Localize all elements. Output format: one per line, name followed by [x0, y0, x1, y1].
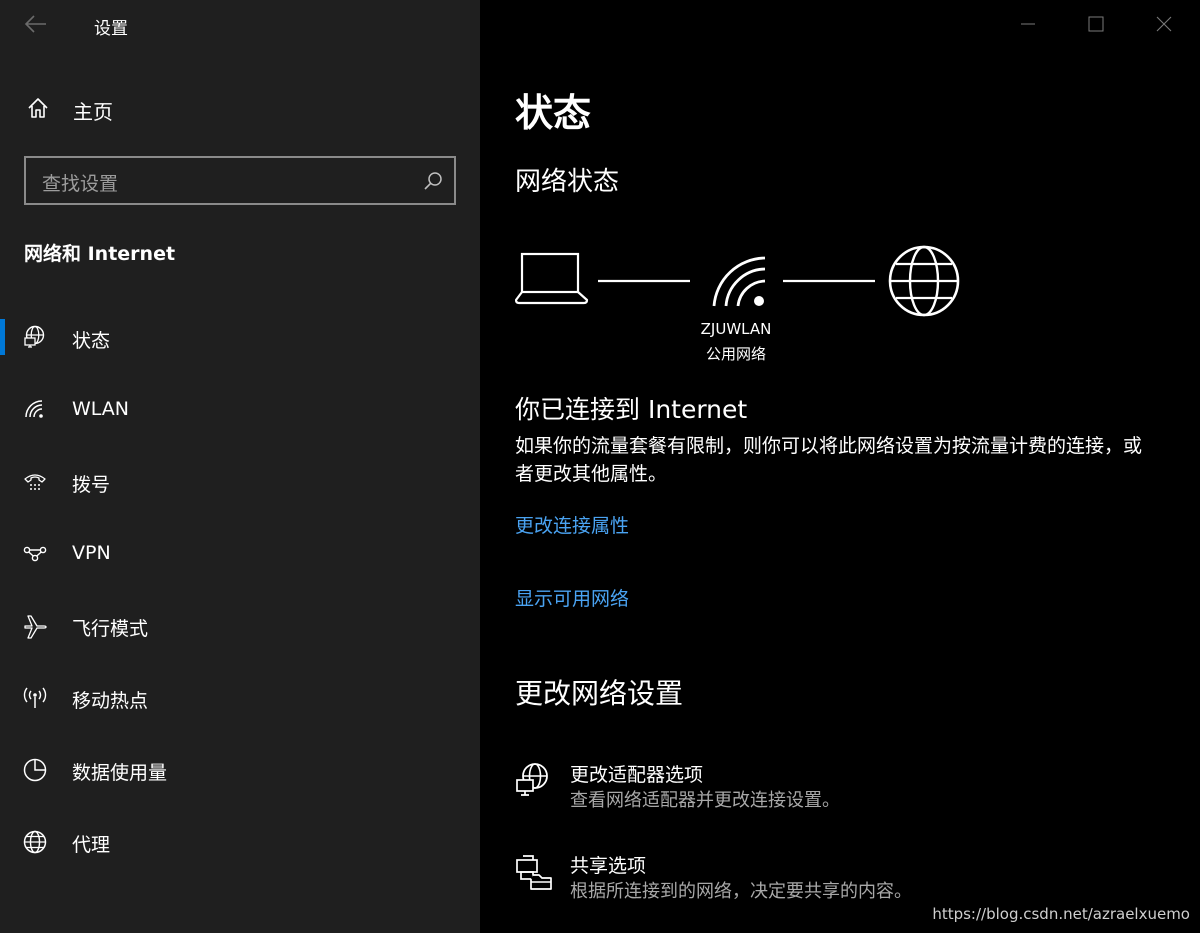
network-type: 公用网络	[705, 345, 766, 363]
app-title: 设置	[94, 19, 128, 39]
search-input[interactable]: 查找设置	[24, 156, 456, 205]
home-icon	[28, 98, 48, 118]
airplane-icon	[24, 615, 47, 639]
sidebar-item-proxy[interactable]: 代理	[0, 821, 480, 869]
network-name: ZJUWLAN	[700, 320, 772, 338]
close-icon	[1156, 16, 1172, 32]
show-available-networks-link[interactable]: 显示可用网络	[515, 584, 629, 611]
maximize-icon	[1088, 16, 1104, 32]
connection-status-description: 如果你的流量套餐有限制，则你可以将此网络设置为按流量计费的连接，或者更改其他属性…	[515, 435, 1143, 485]
option-title: 更改适配器选项	[570, 764, 704, 786]
laptop-icon	[515, 252, 589, 305]
dialup-icon	[24, 474, 46, 490]
adapter-globe-icon	[516, 763, 548, 796]
sidebar-item-label: 状态	[72, 330, 111, 352]
search-icon[interactable]	[422, 170, 444, 192]
settings-window: 设置 主页 查找设置 网络和 Internet 状态 WLAN 拨号 VPN 飞…	[0, 0, 1200, 933]
globe-icon	[888, 245, 960, 317]
back-arrow-icon	[24, 15, 46, 33]
sidebar-item-label: 移动热点	[72, 690, 149, 712]
back-button[interactable]	[22, 10, 50, 38]
sidebar-item-label: 数据使用量	[72, 762, 168, 784]
change-network-settings-heading: 更改网络设置	[515, 677, 684, 710]
option-title: 共享选项	[570, 855, 647, 877]
globe-icon	[23, 830, 47, 854]
sharing-icon	[516, 855, 552, 890]
sidebar-item-label: VPN	[72, 542, 111, 564]
vpn-icon	[23, 546, 47, 562]
change-adapter-options[interactable]: 更改适配器选项 查看网络适配器并更改连接设置。	[515, 760, 1135, 820]
section-title: 网络和 Internet	[24, 243, 176, 265]
sidebar-item-label: 代理	[72, 834, 111, 856]
sidebar-item-mobile-hotspot[interactable]: 移动热点	[0, 677, 480, 725]
sidebar: 设置 主页 查找设置 网络和 Internet 状态 WLAN 拨号 VPN 飞…	[0, 0, 480, 933]
sidebar-item-label: WLAN	[72, 398, 130, 420]
sidebar-item-wlan[interactable]: WLAN	[0, 389, 480, 437]
close-button[interactable]	[1130, 0, 1198, 48]
selected-indicator	[0, 319, 5, 355]
sidebar-item-home[interactable]: 主页	[0, 86, 480, 134]
option-description: 查看网络适配器并更改连接设置。	[570, 790, 840, 811]
search-placeholder: 查找设置	[42, 173, 119, 195]
sidebar-item-airplane-mode[interactable]: 飞行模式	[0, 605, 480, 653]
option-description: 根据所连接到的网络，决定要共享的内容。	[570, 881, 912, 902]
hotspot-icon	[23, 687, 47, 708]
sidebar-item-label: 主页	[73, 100, 113, 124]
sidebar-item-dialup[interactable]: 拨号	[0, 461, 480, 509]
globe-monitor-icon	[24, 325, 45, 348]
sidebar-item-label: 拨号	[72, 474, 111, 496]
change-connection-properties-link[interactable]: 更改连接属性	[515, 511, 629, 538]
sidebar-item-status[interactable]: 状态	[0, 317, 480, 365]
pie-chart-icon	[23, 758, 47, 782]
wifi-icon	[25, 400, 43, 418]
minimize-button[interactable]	[994, 0, 1062, 48]
wifi-icon	[712, 256, 766, 307]
network-status-heading: 网络状态	[515, 167, 620, 197]
maximize-button[interactable]	[1062, 0, 1130, 48]
connection-status-title: 你已连接到 Internet	[515, 395, 748, 424]
watermark: https://blog.csdn.net/azraelxuemo	[932, 905, 1190, 923]
sidebar-item-data-usage[interactable]: 数据使用量	[0, 749, 480, 797]
page-title: 状态	[515, 91, 592, 135]
minimize-icon	[1021, 23, 1035, 25]
sidebar-item-vpn[interactable]: VPN	[0, 533, 480, 581]
sidebar-item-label: 飞行模式	[72, 618, 149, 640]
sharing-options[interactable]: 共享选项 根据所连接到的网络，决定要共享的内容。	[515, 851, 1135, 911]
